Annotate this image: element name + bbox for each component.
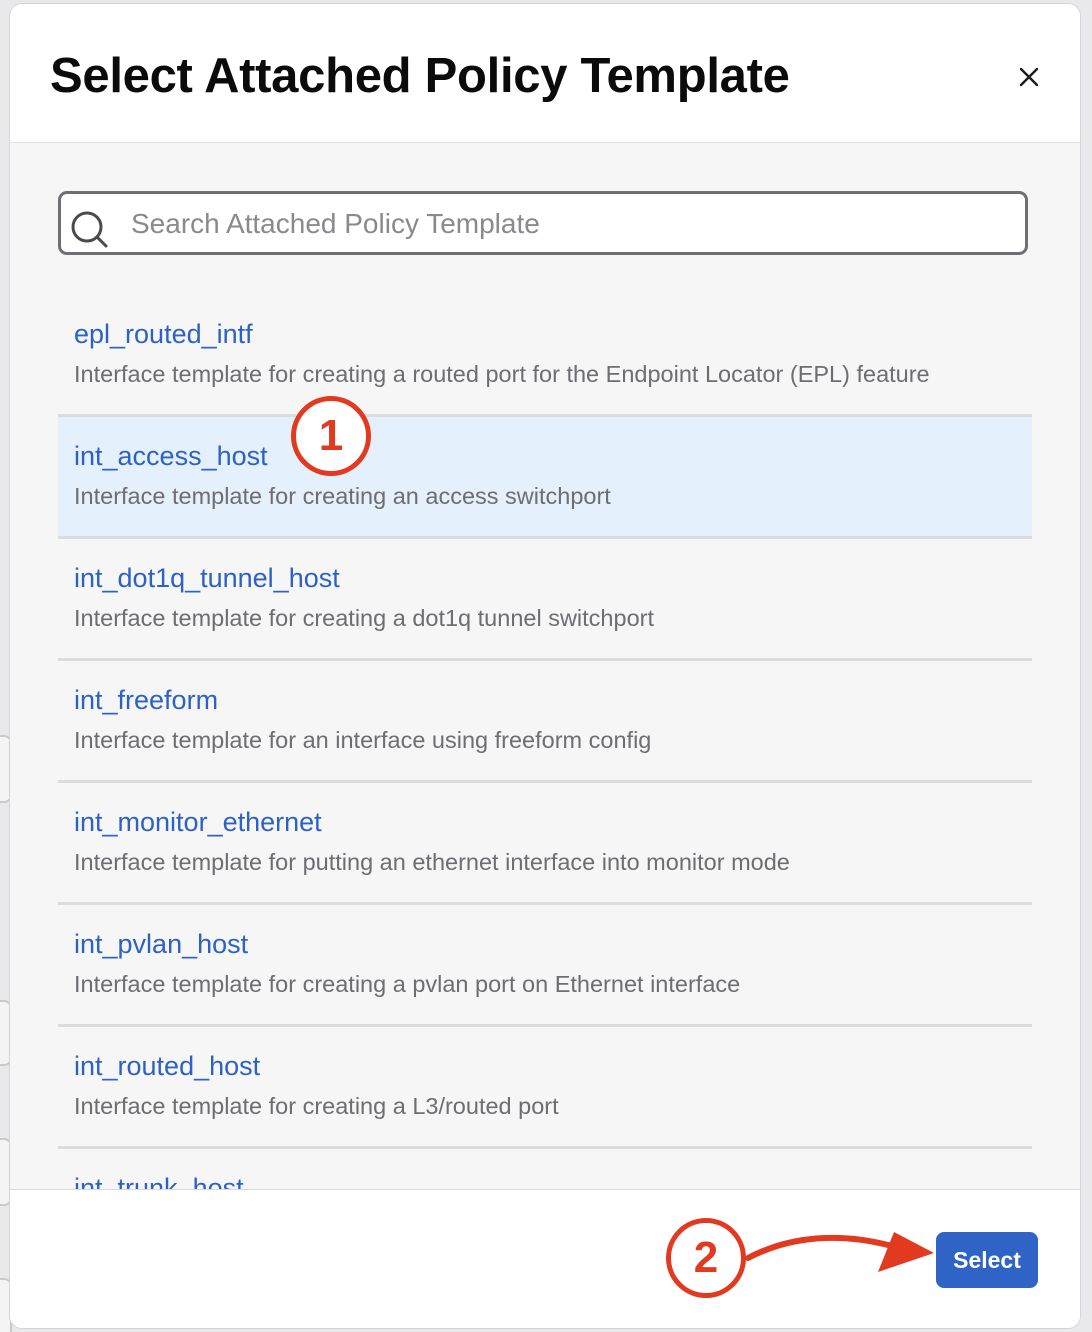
template-list-item[interactable]: int_routed_host Interface template for c… bbox=[58, 1027, 1032, 1149]
template-name[interactable]: int_routed_host bbox=[74, 1051, 260, 1082]
template-description: Interface template for creating a dot1q … bbox=[74, 605, 654, 631]
close-icon bbox=[1019, 67, 1039, 87]
step-2-callout: 2 bbox=[666, 1218, 746, 1298]
template-list-item-selected[interactable]: int_access_host Interface template for c… bbox=[58, 417, 1032, 539]
template-list-item[interactable]: epl_routed_intf Interface template for c… bbox=[58, 295, 1032, 417]
close-button[interactable] bbox=[1012, 60, 1046, 94]
template-name[interactable]: int_monitor_ethernet bbox=[74, 807, 322, 838]
template-list-item[interactable]: int_monitor_ethernet Interface template … bbox=[58, 783, 1032, 905]
template-list-item[interactable]: int_trunk_host bbox=[58, 1149, 1032, 1190]
dialog-body: epl_routed_intf Interface template for c… bbox=[10, 143, 1080, 1190]
template-description: Interface template for creating a routed… bbox=[74, 361, 930, 387]
template-name[interactable]: int_freeform bbox=[74, 685, 218, 716]
template-description: Interface template for an interface usin… bbox=[74, 727, 652, 753]
select-policy-template-dialog: Select Attached Policy Template epl_rout… bbox=[10, 4, 1080, 1328]
search-icon bbox=[71, 211, 108, 248]
template-list-item[interactable]: int_dot1q_tunnel_host Interface template… bbox=[58, 539, 1032, 661]
template-description: Interface template for creating a L3/rou… bbox=[74, 1093, 559, 1119]
template-name[interactable]: epl_routed_intf bbox=[74, 319, 253, 350]
dialog-title: Select Attached Policy Template bbox=[50, 49, 790, 103]
search-input[interactable] bbox=[129, 194, 1013, 254]
template-description: Interface template for creating an acces… bbox=[74, 483, 611, 509]
select-button[interactable]: Select bbox=[936, 1232, 1038, 1288]
step-1-callout: 1 bbox=[291, 396, 371, 476]
template-list: epl_routed_intf Interface template for c… bbox=[58, 295, 1032, 1190]
dialog-footer: Select bbox=[10, 1189, 1080, 1328]
template-name[interactable]: int_pvlan_host bbox=[74, 929, 248, 960]
template-description: Interface template for putting an ethern… bbox=[74, 849, 790, 875]
template-list-item[interactable]: int_pvlan_host Interface template for cr… bbox=[58, 905, 1032, 1027]
template-name[interactable]: int_trunk_host bbox=[74, 1173, 244, 1190]
template-description: Interface template for creating a pvlan … bbox=[74, 971, 741, 997]
template-name[interactable]: int_access_host bbox=[74, 441, 268, 472]
dialog-header: Select Attached Policy Template bbox=[10, 4, 1080, 143]
search-field[interactable] bbox=[58, 191, 1028, 255]
template-list-item[interactable]: int_freeform Interface template for an i… bbox=[58, 661, 1032, 783]
template-name[interactable]: int_dot1q_tunnel_host bbox=[74, 563, 340, 594]
